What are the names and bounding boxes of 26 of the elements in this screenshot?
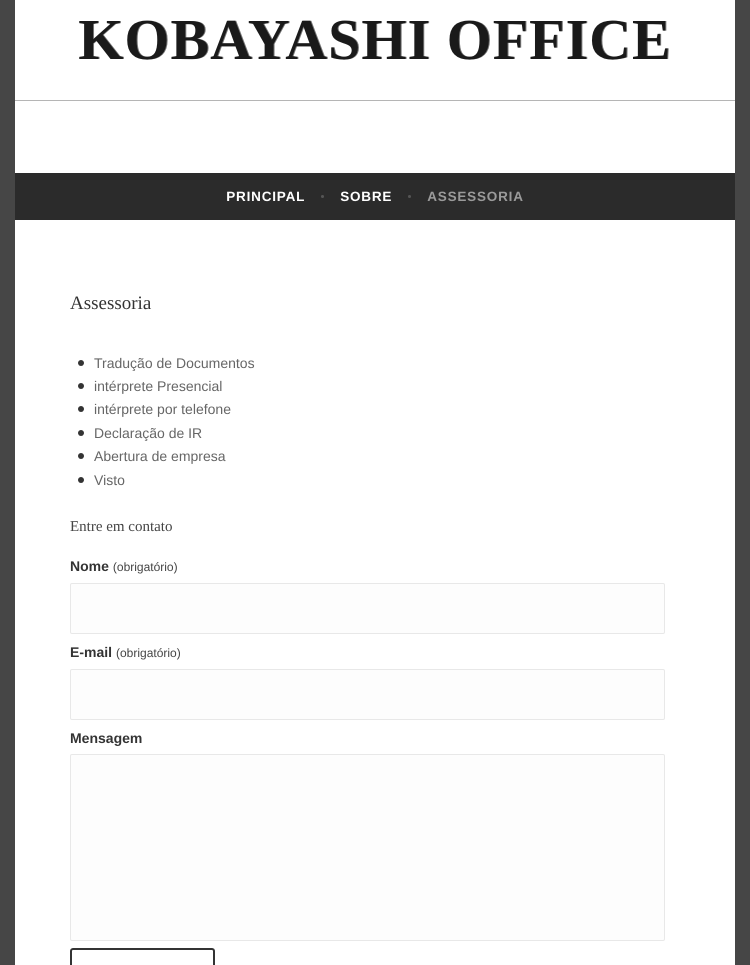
separator-dot-icon [408,195,412,198]
field-label: E-mail [70,643,112,662]
nav-link[interactable]: PRINCIPAL [226,189,306,204]
list-item: Tradução de Documentos [94,354,255,371]
field-label: Nome [70,557,109,576]
required-note: (obrigatório) [112,559,178,576]
required-note: (obrigatório) [116,645,181,662]
nav-link[interactable]: SOBRE [340,189,392,204]
list-item: intérprete por telefone [94,401,231,418]
bullet-icon [78,430,84,436]
bullet-icon [78,476,84,483]
bullet-icon [78,383,84,390]
bullet-icon [78,453,84,460]
list-item: Declaração de IR [94,424,202,441]
bullet-icon [78,360,84,366]
nav-link[interactable]: ASSESSORIA [427,189,524,204]
field-label: Mensagem [70,729,142,748]
list-item: Abertura de empresa [94,448,226,464]
separator-dot-icon [321,195,324,198]
list-item: intérprete Presencial [94,378,222,394]
bullet-icon [78,406,84,412]
outlined-button[interactable] [70,948,215,965]
site-logo[interactable]: KOBAYASHI OFFICE [78,10,672,70]
section-heading: Entre em contato [70,518,174,538]
page-title: Assessoria [70,292,152,316]
list-item: Visto [94,472,125,488]
